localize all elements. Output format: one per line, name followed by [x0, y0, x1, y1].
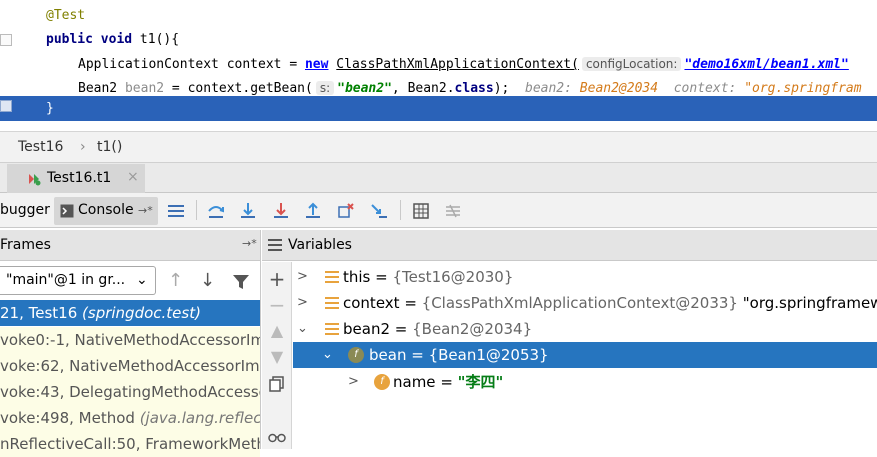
tab-debugger[interactable]: bugger: [0, 197, 50, 225]
code-line-2: public void t1(){: [46, 28, 179, 52]
code-text: Bean2: [78, 81, 125, 96]
thread-selector-value: "main"@1 in gr...: [6, 272, 126, 288]
current-execution-line: [0, 96, 877, 121]
breadcrumb: Test16 › t1(): [0, 131, 877, 162]
arrow-down-icon[interactable]: ↓: [200, 270, 215, 291]
breadcrumb-item-method[interactable]: t1(): [97, 139, 122, 155]
chevron-down-icon[interactable]: ⌄: [297, 316, 308, 342]
object-icon: [325, 323, 339, 335]
debug-toolbar: bugger Console →*: [0, 193, 877, 228]
code-text: , Bean2.: [391, 81, 455, 96]
breadcrumb-separator: ›: [80, 139, 86, 155]
param-hint: configLocation:: [581, 57, 682, 71]
variable-name: bean2: [124, 81, 165, 96]
close-icon[interactable]: ×: [127, 169, 139, 185]
tab-console[interactable]: Console →*: [54, 197, 158, 225]
chevron-right-icon[interactable]: >: [297, 290, 308, 316]
add-watch-icon[interactable]: +: [268, 269, 286, 289]
frames-header: Frames →*: [0, 230, 260, 261]
chevron-down-icon: ⌄: [136, 272, 148, 288]
debug-session-tabs: Test16.t1 ×: [0, 162, 877, 194]
closing-brace: }: [46, 101, 54, 116]
move-down-icon[interactable]: ▼: [268, 348, 286, 366]
field-icon: f: [348, 347, 364, 363]
variables-header: Variables: [262, 230, 877, 261]
fold-marker[interactable]: [0, 34, 12, 46]
breadcrumb-item-class[interactable]: Test16: [18, 139, 63, 155]
keyword: void: [100, 32, 133, 47]
frame-item[interactable]: nReflectiveCall:50, FrameworkMetho: [0, 431, 260, 457]
pin-icon[interactable]: →*: [138, 197, 153, 224]
run-to-cursor-icon[interactable]: [369, 201, 389, 221]
code-text: = context.getBean(: [164, 81, 313, 96]
frame-item[interactable]: voke0:-1, NativeMethodAccessorImp: [0, 327, 260, 353]
step-into-icon[interactable]: [238, 201, 258, 221]
code-editor[interactable]: @Test public void t1(){ ApplicationConte…: [0, 0, 877, 131]
method-decl: t1(){: [132, 32, 180, 47]
class-ref[interactable]: ClassPathXmlApplicationContext(: [336, 57, 579, 72]
variables-panel: Variables + − ▲ ▼ > this = {Test16@2030}…: [262, 230, 877, 449]
step-out-icon[interactable]: [303, 201, 323, 221]
tab-test16-t1[interactable]: Test16.t1 ×: [7, 164, 145, 194]
annotation-text: @Test: [46, 8, 86, 23]
chevron-right-icon[interactable]: >: [348, 369, 359, 395]
string-literal: "bean2": [337, 81, 392, 96]
move-up-icon[interactable]: ▲: [268, 322, 286, 340]
run-debug-icon: [29, 174, 41, 186]
code-line-1: @Test: [46, 4, 85, 28]
frames-title: Frames: [0, 237, 51, 253]
thread-selector[interactable]: "main"@1 in gr... ⌄: [0, 266, 156, 295]
console-icon: [60, 204, 74, 218]
variables-title: Variables: [288, 237, 352, 253]
variable-row-bean2[interactable]: ⌄ bean2 = {Bean2@2034}: [293, 316, 877, 342]
frame-item[interactable]: 21, Test16 (springdoc.test): [0, 300, 260, 326]
toolbar-separator: [196, 200, 197, 220]
glasses-icon[interactable]: [268, 430, 286, 448]
variables-side-toolbar: + − ▲ ▼: [262, 262, 292, 449]
frame-item[interactable]: voke:43, DelegatingMethodAccesso: [0, 379, 260, 405]
variable-row-name[interactable]: > f name = "李四": [293, 369, 877, 395]
variable-row-this[interactable]: > this = {Test16@2030}: [293, 264, 877, 290]
inline-value-bean2: bean2: Bean2@2034: [525, 81, 659, 96]
object-icon: [325, 271, 339, 283]
copy-icon[interactable]: [268, 376, 286, 394]
keyword-new[interactable]: new: [305, 57, 328, 72]
tab-label: Test16.t1: [47, 170, 112, 186]
variable-row-bean[interactable]: ⌄ f bean = {Bean1@2053}: [293, 342, 877, 368]
force-step-into-icon[interactable]: [271, 201, 291, 221]
toolbar-separator: [400, 200, 401, 220]
variables-icon: [268, 239, 282, 251]
menu-icon[interactable]: [166, 201, 186, 221]
object-icon: [325, 297, 339, 309]
arrow-up-icon[interactable]: ↑: [168, 270, 183, 291]
fold-marker[interactable]: [0, 100, 12, 112]
evaluate-expression-icon[interactable]: [411, 201, 431, 221]
code-text: ApplicationContext context =: [78, 57, 305, 72]
chevron-down-icon[interactable]: ⌄: [322, 342, 333, 368]
string-literal[interactable]: "demo16xml/bean1.xml": [684, 57, 848, 72]
trace-stream-icon[interactable]: [443, 201, 463, 221]
frame-item[interactable]: voke:498, Method (java.lang.reflect): [0, 405, 260, 431]
code-text: );: [493, 81, 510, 96]
code-line-5: }: [46, 97, 54, 121]
code-line-3: ApplicationContext context = new ClassPa…: [78, 52, 849, 76]
param-hint: s:: [315, 81, 335, 95]
console-label: Console: [78, 202, 134, 218]
keyword: public: [46, 32, 93, 47]
step-over-icon[interactable]: [206, 201, 226, 221]
drop-frame-icon[interactable]: [336, 201, 356, 221]
pin-icon[interactable]: →*: [242, 237, 257, 250]
field-icon: f: [374, 374, 390, 390]
keyword: class: [454, 81, 494, 96]
variable-row-context[interactable]: > context = {ClassPathXmlApplicationCont…: [293, 290, 877, 316]
remove-watch-icon[interactable]: −: [268, 295, 286, 315]
chevron-right-icon[interactable]: >: [297, 264, 308, 290]
frame-item[interactable]: voke:62, NativeMethodAccessorImp: [0, 353, 260, 379]
inline-value-context: context: "org.springfram: [673, 81, 862, 96]
filter-icon[interactable]: [232, 274, 250, 290]
frames-panel: Frames →* "main"@1 in gr... ⌄ ↑ ↓ 21, Te…: [0, 230, 261, 457]
